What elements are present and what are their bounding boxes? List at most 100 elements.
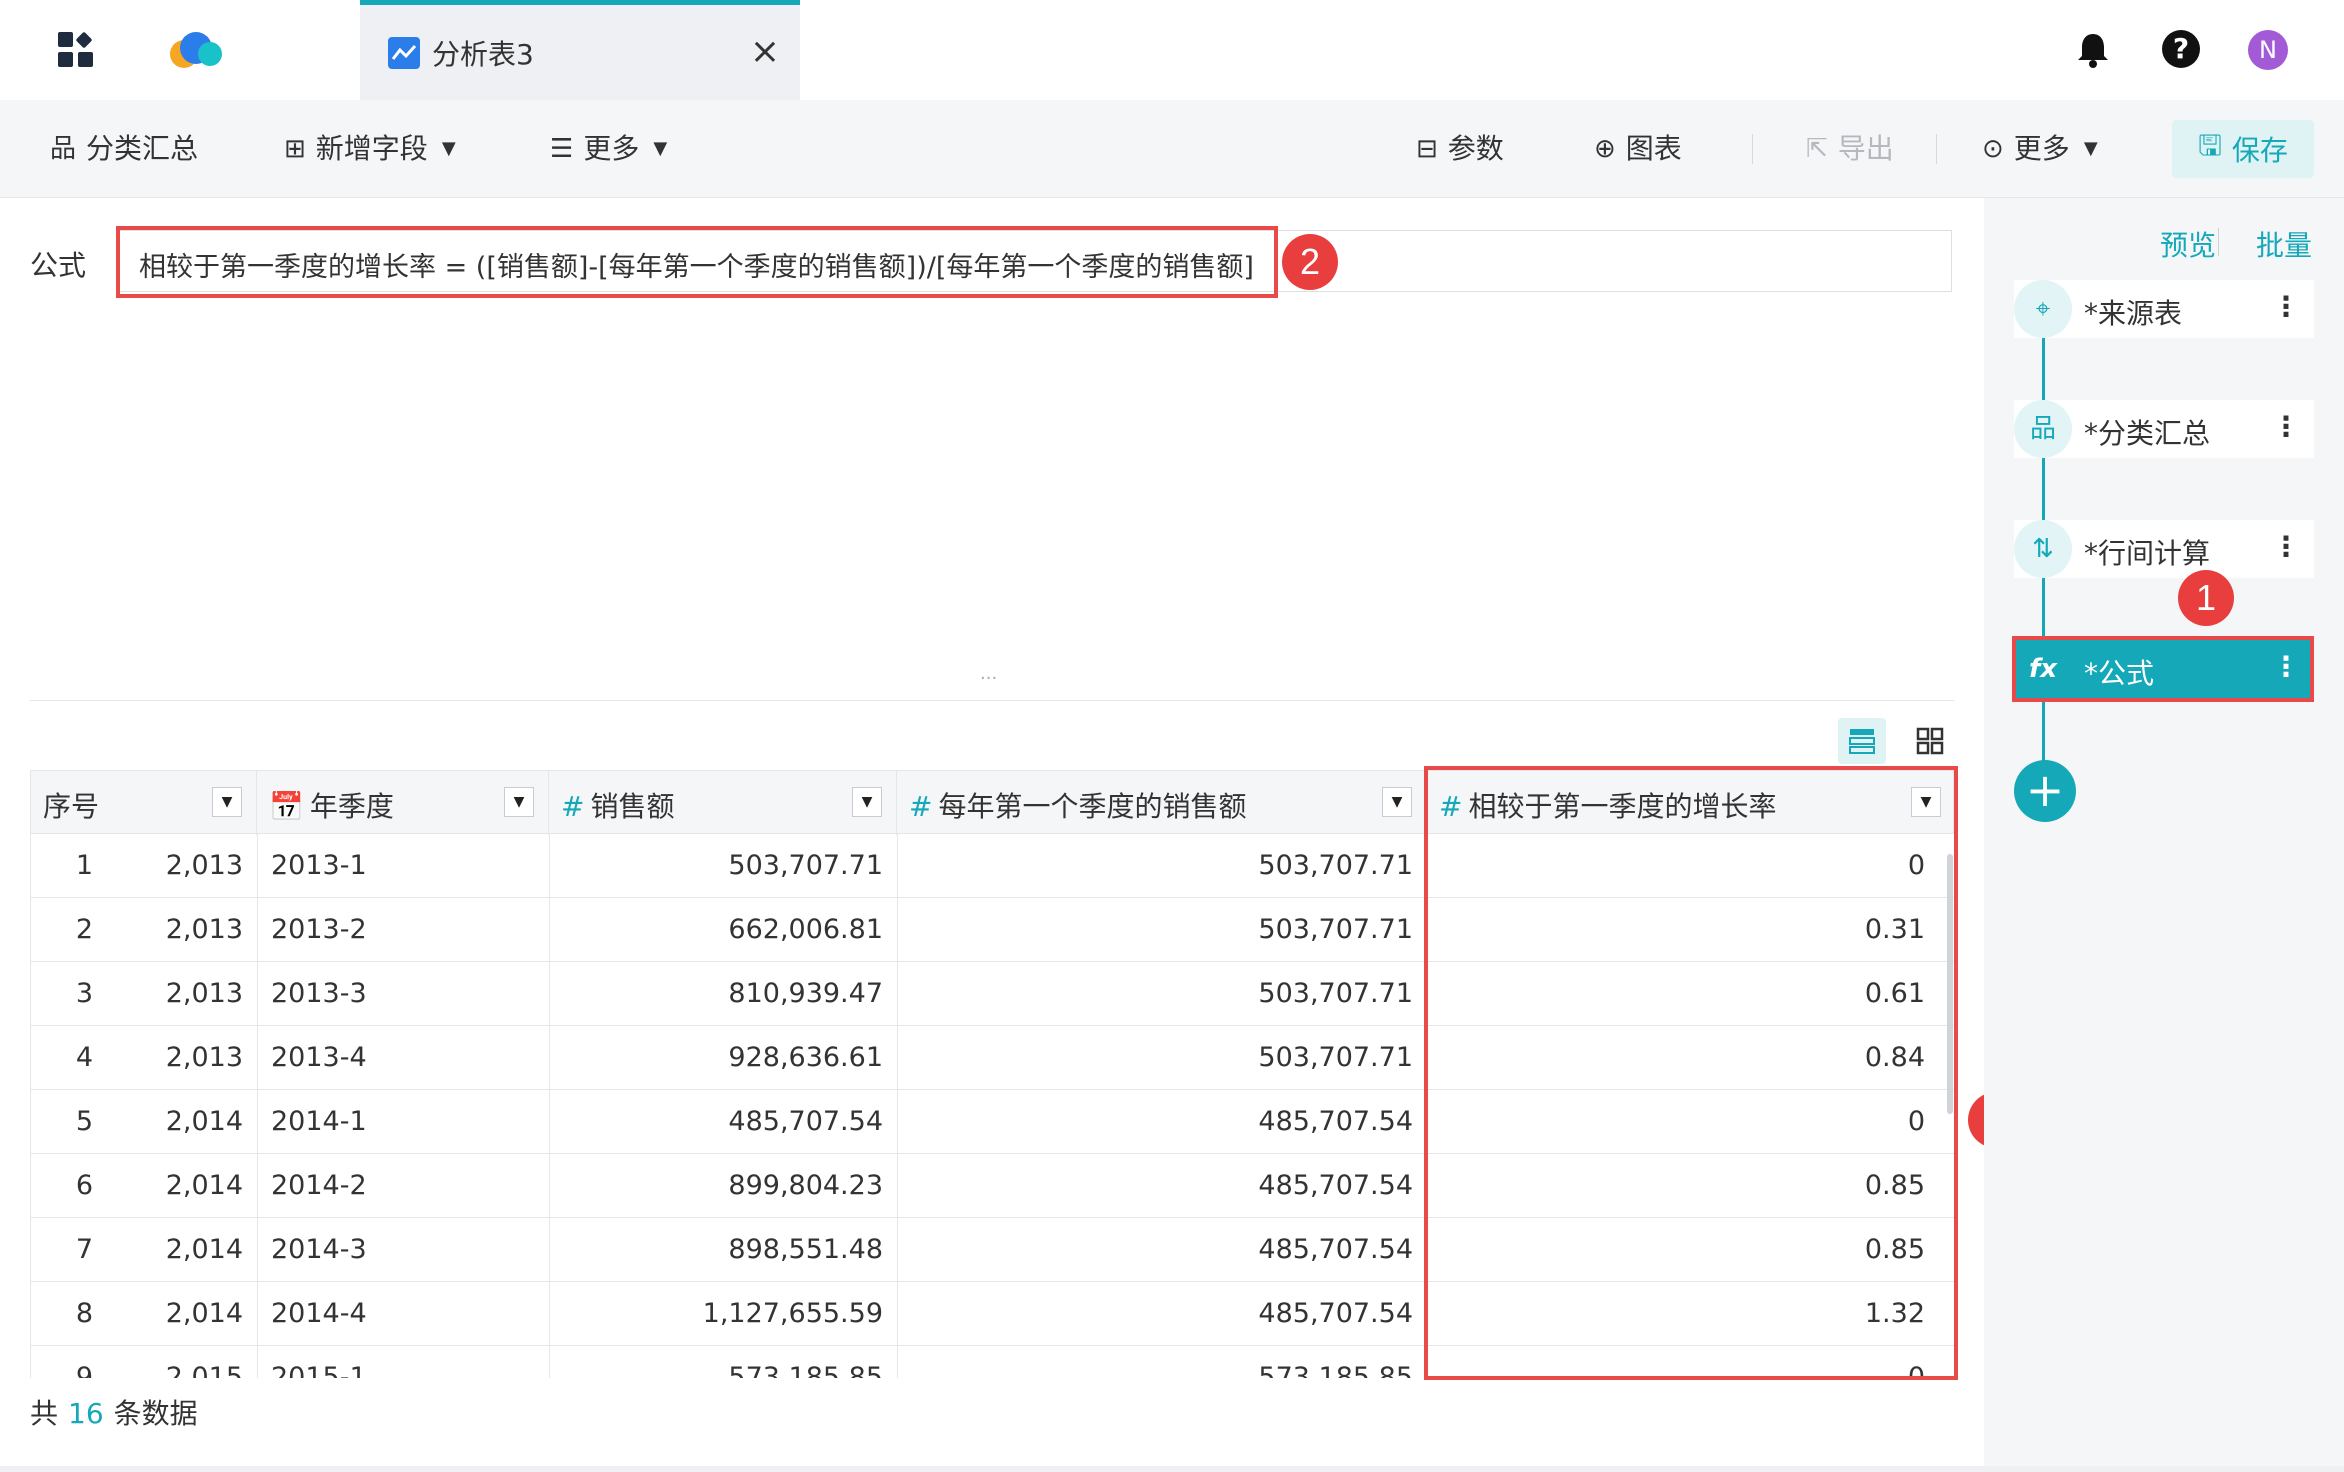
- row-calc-icon: ⇅: [2014, 520, 2072, 578]
- avatar[interactable]: N: [2248, 30, 2288, 70]
- row-count-footer: 共 16 条数据: [30, 1392, 198, 1432]
- step-group-summary[interactable]: 品 *分类汇总 ⋮: [2014, 400, 2314, 458]
- chart-label: 图表: [1625, 132, 1682, 165]
- column-name: 每年第一个季度的销售额: [938, 790, 1247, 823]
- cell-year: 2,015: [165, 1362, 243, 1378]
- column-divider: [257, 834, 258, 898]
- column-dropdown-icon[interactable]: ▼: [1382, 787, 1412, 817]
- add-field-icon: ⊞: [284, 134, 306, 164]
- cell-year-quarter: 2013-1: [271, 850, 367, 881]
- more-vertical-icon[interactable]: ⋮: [2272, 290, 2300, 323]
- group-summary-label: 分类汇总: [86, 132, 199, 165]
- caret-down-icon: ▼: [653, 138, 668, 159]
- caret-down-icon: ▼: [441, 138, 456, 159]
- column-header-first-quarter-sales[interactable]: # 每年第一个季度的销售额 ▼: [897, 771, 1427, 835]
- cell-sales: 928,636.61: [728, 1042, 883, 1073]
- footer-prefix: 共: [30, 1397, 59, 1430]
- step-label: *来源表: [2084, 297, 2183, 330]
- cell-index: 9: [75, 1362, 93, 1378]
- formula-step-highlight-box: [2012, 636, 2314, 702]
- column-divider: [257, 1282, 258, 1346]
- cell-first-quarter-sales: 503,707.71: [1258, 850, 1413, 881]
- ellipsis-circle-icon: ⊙: [1982, 134, 2004, 164]
- growth-column-highlight-box: [1424, 766, 1958, 1380]
- column-header-index[interactable]: 序号 ▼: [31, 771, 257, 835]
- step-label: *分类汇总: [2084, 417, 2211, 450]
- add-field-button[interactable]: ⊞ 新增字段 ▼: [284, 130, 456, 168]
- cell-year-quarter: 2014-4: [271, 1298, 367, 1329]
- target-icon: ⌖: [2014, 280, 2072, 338]
- split-divider: [30, 700, 1954, 701]
- annotation-badge-1: 1: [2178, 570, 2234, 626]
- cell-year: 2,014: [165, 1106, 243, 1137]
- cell-index: 8: [75, 1298, 93, 1329]
- column-divider: [897, 1346, 898, 1378]
- cell-index: 6: [75, 1170, 93, 1201]
- export-button[interactable]: ⇱ 导出: [1806, 130, 1894, 168]
- add-field-label: 新增字段: [315, 132, 428, 165]
- cell-index: 2: [75, 914, 93, 945]
- cell-sales: 810,939.47: [728, 978, 883, 1009]
- footer-suffix: 条数据: [113, 1397, 198, 1430]
- column-divider: [257, 1090, 258, 1154]
- column-divider: [549, 1346, 550, 1378]
- close-icon[interactable]: ×: [750, 31, 780, 72]
- cell-year-quarter: 2014-2: [271, 1170, 367, 1201]
- step-row-calculation[interactable]: ⇅ *行间计算 ⋮: [2014, 520, 2314, 578]
- resize-handle[interactable]: ···: [980, 668, 997, 689]
- column-divider: [549, 962, 550, 1026]
- column-divider: [897, 1090, 898, 1154]
- annotation-badge-2: 2: [1282, 234, 1338, 290]
- save-button[interactable]: 🖫 保存: [2172, 120, 2314, 178]
- column-name: 销售额: [590, 790, 675, 823]
- column-divider: [257, 1026, 258, 1090]
- add-step-button[interactable]: +: [2014, 760, 2076, 822]
- column-header-year-quarter[interactable]: 📅 年季度 ▼: [257, 771, 549, 835]
- cell-first-quarter-sales: 485,707.54: [1258, 1298, 1413, 1329]
- hierarchy-icon: 品: [2014, 400, 2072, 458]
- export-icon: ⇱: [1806, 134, 1828, 164]
- more-vertical-icon[interactable]: ⋮: [2272, 530, 2300, 563]
- column-divider: [897, 1154, 898, 1218]
- params-button[interactable]: ⊟ 参数: [1416, 130, 1504, 168]
- group-summary-button[interactable]: 品 分类汇总: [50, 130, 198, 168]
- apps-grid-icon[interactable]: [58, 32, 94, 68]
- cell-first-quarter-sales: 503,707.71: [1258, 978, 1413, 1009]
- cell-first-quarter-sales: 485,707.54: [1258, 1234, 1413, 1265]
- row-count: 16: [68, 1397, 104, 1430]
- calendar-icon: 📅: [269, 790, 304, 823]
- cell-year-quarter: 2014-3: [271, 1234, 367, 1265]
- cell-sales: 662,006.81: [728, 914, 883, 945]
- step-source-table[interactable]: ⌖ *来源表 ⋮: [2014, 280, 2314, 338]
- more-right-label: 更多: [2013, 132, 2070, 165]
- column-divider: [549, 1090, 550, 1154]
- batch-link[interactable]: 批量: [2256, 224, 2312, 264]
- column-dropdown-icon[interactable]: ▼: [504, 787, 534, 817]
- more-left-button[interactable]: ☰ 更多 ▼: [550, 130, 667, 168]
- toolbar: 品 分类汇总 ⊞ 新增字段 ▼ ☰ 更多 ▼ ⊟ 参数 ⊕ 图表 ⇱ 导出 ⊙ …: [0, 100, 2344, 198]
- more-right-button[interactable]: ⊙ 更多 ▼: [1982, 130, 2098, 168]
- tab-analysis[interactable]: 分析表3 ×: [360, 0, 800, 100]
- bell-icon[interactable]: [2076, 32, 2110, 68]
- step-label: *行间计算: [2084, 537, 2211, 570]
- column-header-sales[interactable]: # 销售额 ▼: [549, 771, 897, 835]
- grid-view-button[interactable]: [1906, 718, 1954, 764]
- column-divider: [257, 1218, 258, 1282]
- cell-year-quarter: 2014-1: [271, 1106, 367, 1137]
- more-vertical-icon[interactable]: ⋮: [2272, 410, 2300, 443]
- top-bar: 分析表3 × ? N: [0, 0, 2344, 100]
- hierarchy-icon: 品: [50, 134, 77, 164]
- column-divider: [257, 898, 258, 962]
- cell-sales: 485,707.54: [728, 1106, 883, 1137]
- chart-button[interactable]: ⊕ 图表: [1594, 130, 1682, 168]
- column-dropdown-icon[interactable]: ▼: [212, 787, 242, 817]
- app-logo-icon: [170, 32, 222, 68]
- column-divider: [549, 898, 550, 962]
- column-divider: [897, 898, 898, 962]
- column-dropdown-icon[interactable]: ▼: [852, 787, 882, 817]
- number-type-icon: #: [909, 790, 933, 823]
- number-type-icon: #: [561, 790, 585, 823]
- preview-link[interactable]: 预览: [2160, 224, 2216, 264]
- table-view-button[interactable]: [1838, 718, 1886, 764]
- help-icon[interactable]: ?: [2162, 30, 2200, 68]
